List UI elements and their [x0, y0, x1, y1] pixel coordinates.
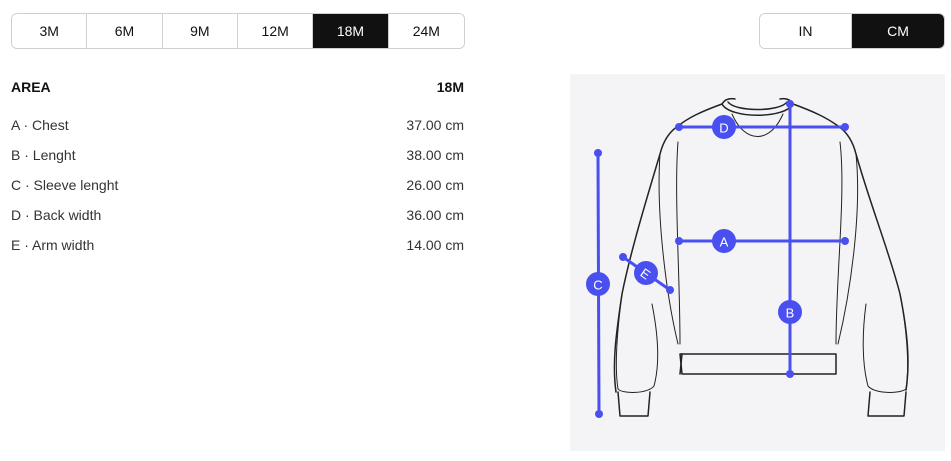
- marker-c: C: [586, 272, 610, 296]
- sweater-measurement-diagram: D A B C E: [570, 74, 945, 451]
- sweater-outline: [613, 97, 909, 417]
- row-label: E · Arm width: [11, 237, 95, 253]
- row-value: 26.00 cm: [406, 177, 464, 193]
- row-value: 38.00 cm: [406, 147, 464, 163]
- size-option-6m[interactable]: 6M: [87, 14, 163, 48]
- marker-d: D: [712, 115, 736, 139]
- row-label: B · Lenght: [11, 147, 76, 163]
- size-option-9m[interactable]: 9M: [162, 14, 238, 48]
- size-option-18m[interactable]: 18M: [313, 14, 389, 48]
- size-option-24m[interactable]: 24M: [388, 14, 464, 48]
- unit-selector: IN CM: [759, 13, 945, 49]
- marker-b-label: B: [786, 306, 795, 321]
- table-row: A · Chest 37.00 cm: [11, 110, 464, 140]
- size-option-3m[interactable]: 3M: [12, 14, 88, 48]
- header-area: AREA: [11, 79, 51, 95]
- row-label: D · Back width: [11, 207, 102, 223]
- row-label: C · Sleeve lenght: [11, 177, 119, 193]
- measurement-lines: [594, 100, 849, 418]
- marker-d-label: D: [719, 121, 728, 136]
- marker-a-label: A: [720, 235, 729, 250]
- row-value: 14.00 cm: [406, 237, 464, 253]
- size-option-12m[interactable]: 12M: [237, 14, 314, 48]
- measurement-markers: D A B C E: [586, 115, 802, 324]
- table-row: B · Lenght 38.00 cm: [11, 140, 464, 170]
- size-selector: 3M 6M 9M 12M 18M 24M: [11, 13, 465, 49]
- row-value: 36.00 cm: [406, 207, 464, 223]
- marker-a: A: [712, 229, 736, 253]
- unit-option-cm[interactable]: CM: [852, 14, 944, 48]
- row-label: A · Chest: [11, 117, 69, 133]
- table-row: D · Back width 36.00 cm: [11, 200, 464, 230]
- unit-option-in[interactable]: IN: [760, 14, 852, 48]
- marker-b: B: [778, 300, 802, 324]
- table-header: AREA 18M: [11, 76, 464, 98]
- row-value: 37.00 cm: [406, 117, 464, 133]
- measurements-table: AREA 18M A · Chest 37.00 cm B · Lenght 3…: [11, 76, 464, 260]
- header-size: 18M: [436, 79, 464, 95]
- table-row: C · Sleeve lenght 26.00 cm: [11, 170, 464, 200]
- marker-e: E: [634, 261, 658, 285]
- table-row: E · Arm width 14.00 cm: [11, 230, 464, 260]
- marker-c-label: C: [593, 278, 602, 293]
- sweater-illustration: D A B C E: [586, 97, 909, 418]
